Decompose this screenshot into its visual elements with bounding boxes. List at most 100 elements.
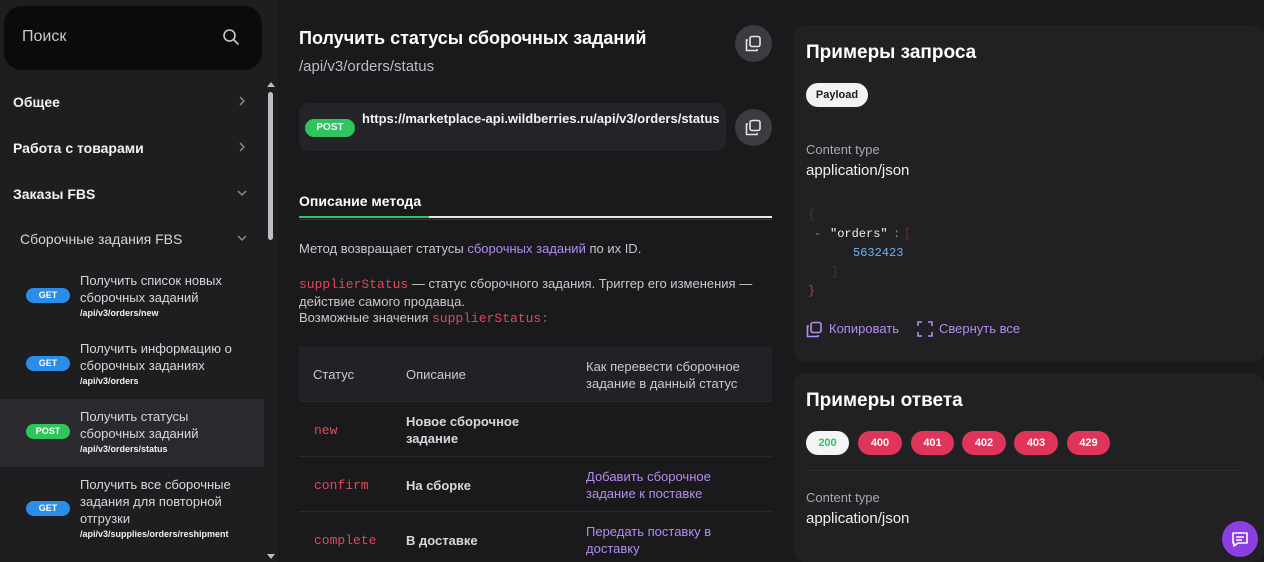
status-value: confirm bbox=[314, 478, 369, 493]
chevron-right-icon bbox=[239, 142, 246, 152]
inline-code: supplierStatus bbox=[299, 277, 409, 292]
column-header: Статус bbox=[313, 367, 355, 382]
method-badge: GET bbox=[26, 288, 70, 303]
sidebar-item-products[interactable]: Работа с товарами bbox=[0, 126, 264, 170]
page-title: Получить статусы сборочных заданий bbox=[299, 28, 647, 48]
collapse-label: Свернуть все bbox=[939, 321, 1021, 336]
chevron-right-icon bbox=[239, 96, 246, 106]
chat-button[interactable] bbox=[1222, 521, 1258, 557]
endpoint-url: https://marketplace-api.wildberries.ru/a… bbox=[362, 111, 720, 126]
description-line-2: supplierStatus — статус сборочного задан… bbox=[299, 275, 769, 310]
sidebar-item-fbs-assembly[interactable]: Сборочные задания FBS bbox=[0, 217, 264, 261]
method-title: Получить информацию о сборочных заданиях bbox=[80, 341, 232, 373]
json-key: "orders" bbox=[830, 227, 888, 241]
inline-code: supplierStatus bbox=[431, 311, 542, 326]
sidebar-item-label: Работа с товарами bbox=[13, 140, 144, 156]
scroll-thumb[interactable] bbox=[268, 92, 273, 240]
endpoint-url-box: POST https://marketplace-api.wildberries… bbox=[299, 103, 726, 151]
method-badge: POST bbox=[305, 119, 355, 137]
content-type-label: Content type bbox=[806, 490, 880, 505]
description-line-3: Возможные значения supplierStatus: bbox=[299, 309, 549, 327]
json-value: 5632423 bbox=[853, 246, 904, 260]
panel-title: Примеры запроса bbox=[806, 42, 977, 63]
method-path: /api/v3/orders/status bbox=[80, 444, 168, 454]
response-code-429[interactable]: 429 bbox=[1067, 431, 1110, 455]
copy-url-button[interactable] bbox=[735, 109, 772, 146]
collapse-all-button[interactable]: Свернуть все bbox=[917, 321, 1021, 337]
assembly-tasks-link[interactable]: сборочных заданий bbox=[467, 241, 585, 256]
json-brace: { bbox=[808, 208, 816, 222]
copy-json-button[interactable]: Копировать bbox=[806, 321, 899, 338]
column-header: Как перевести сборочное задание в данный… bbox=[586, 359, 740, 391]
sidebar-item-general[interactable]: Общее bbox=[0, 80, 264, 124]
copy-icon bbox=[745, 35, 761, 52]
method-title: Получить все сборочные задания для повто… bbox=[80, 477, 231, 526]
content-type-label: Content type bbox=[806, 142, 880, 157]
response-code-401[interactable]: 401 bbox=[911, 431, 954, 455]
method-badge: POST bbox=[26, 424, 70, 439]
desc-text: Возможные значения bbox=[299, 310, 432, 325]
tab-method-description[interactable]: Описание метода bbox=[299, 193, 421, 209]
copy-icon bbox=[745, 119, 761, 136]
sidebar-item-label: Заказы FBS bbox=[13, 186, 96, 202]
status-description: На сборке bbox=[406, 478, 471, 493]
search-placeholder: Поиск bbox=[22, 28, 67, 45]
response-code-403[interactable]: 403 bbox=[1014, 431, 1058, 455]
sidebar-method-orders[interactable]: GET Получить информацию о сборочных зада… bbox=[0, 331, 264, 399]
sidebar-item-label: Сборочные задания FBS bbox=[20, 231, 183, 247]
sidebar-item-fbs-orders[interactable]: Заказы FBS bbox=[0, 172, 264, 216]
request-examples-panel: Примеры запроса Payload Content type app… bbox=[793, 25, 1264, 362]
scroll-down-arrow[interactable] bbox=[267, 554, 275, 559]
method-path: /api/v3/supplies/orders/reshipment bbox=[80, 529, 229, 539]
scroll-up-arrow[interactable] bbox=[267, 82, 275, 87]
tab-indicator bbox=[299, 216, 429, 218]
content-type-value: application/json bbox=[806, 162, 910, 179]
json-brace: } bbox=[808, 284, 816, 298]
panel-title: Примеры ответа bbox=[806, 390, 963, 411]
sidebar-method-reshipment[interactable]: GET Получить все сборочные задания для п… bbox=[0, 467, 264, 557]
sidebar-item-label: Общее bbox=[13, 94, 60, 110]
column-header: Описание bbox=[406, 367, 466, 382]
inline-code-colon: : bbox=[541, 311, 550, 326]
search-icon[interactable] bbox=[222, 28, 240, 46]
status-description: В доставке bbox=[406, 533, 478, 548]
status-value: complete bbox=[314, 533, 377, 548]
response-code-200[interactable]: 200 bbox=[806, 431, 849, 455]
table-row: complete В доставке Передать поставку в … bbox=[299, 511, 772, 562]
response-examples-panel: Примеры ответа Content type application/… bbox=[793, 373, 1264, 562]
response-code-402[interactable]: 402 bbox=[962, 431, 1006, 455]
json-bracket: [ bbox=[904, 227, 912, 241]
content-type-value: application/json bbox=[806, 510, 910, 527]
copy-link-button[interactable] bbox=[735, 25, 772, 62]
status-table: Статус Описание Как перевести сборочное … bbox=[299, 346, 772, 562]
method-badge: GET bbox=[26, 356, 70, 371]
search-input[interactable]: Поиск bbox=[4, 6, 262, 70]
method-path: /api/v3/orders bbox=[80, 376, 139, 386]
chevron-down-icon bbox=[237, 190, 247, 197]
chevron-down-icon bbox=[237, 235, 247, 242]
sidebar-method-orders-new[interactable]: GET Получить список новых сборочных зада… bbox=[0, 263, 264, 331]
table-header: Статус Описание Как перевести сборочное … bbox=[299, 346, 772, 401]
tab-underline bbox=[429, 216, 772, 218]
status-action-link[interactable]: Передать поставку в доставку bbox=[586, 523, 761, 557]
endpoint-path: /api/v3/orders/status bbox=[299, 58, 435, 75]
collapse-icon bbox=[917, 321, 933, 337]
sidebar-scrollbar[interactable] bbox=[266, 80, 275, 562]
status-action-link[interactable]: Добавить сборочное задание к поставке bbox=[586, 468, 761, 502]
method-path: /api/v3/orders/new bbox=[80, 308, 159, 318]
response-code-400[interactable]: 400 bbox=[858, 431, 902, 455]
table-row: new Новое сборочное задание bbox=[299, 401, 772, 456]
description-line-1: Метод возвращает статусы сборочных задан… bbox=[299, 240, 641, 257]
sidebar: Поиск Общее Работа с товарами Заказы FBS… bbox=[0, 0, 278, 562]
status-value: new bbox=[314, 423, 338, 438]
method-title: Получить статусы сборочных заданий bbox=[80, 409, 199, 441]
tab-payload[interactable]: Payload bbox=[806, 83, 868, 107]
json-example: { - "orders" : [ 5632423 ] } bbox=[806, 206, 1006, 306]
json-colon: : bbox=[893, 227, 901, 241]
chat-icon bbox=[1232, 532, 1248, 547]
json-bracket: ] bbox=[831, 265, 839, 279]
desc-text: по их ID. bbox=[585, 241, 642, 256]
sidebar-method-orders-status[interactable]: POST Получить статусы сборочных заданий … bbox=[0, 399, 264, 467]
status-description: Новое сборочное задание bbox=[406, 414, 520, 446]
json-collapse-toggle[interactable]: - bbox=[814, 225, 821, 244]
